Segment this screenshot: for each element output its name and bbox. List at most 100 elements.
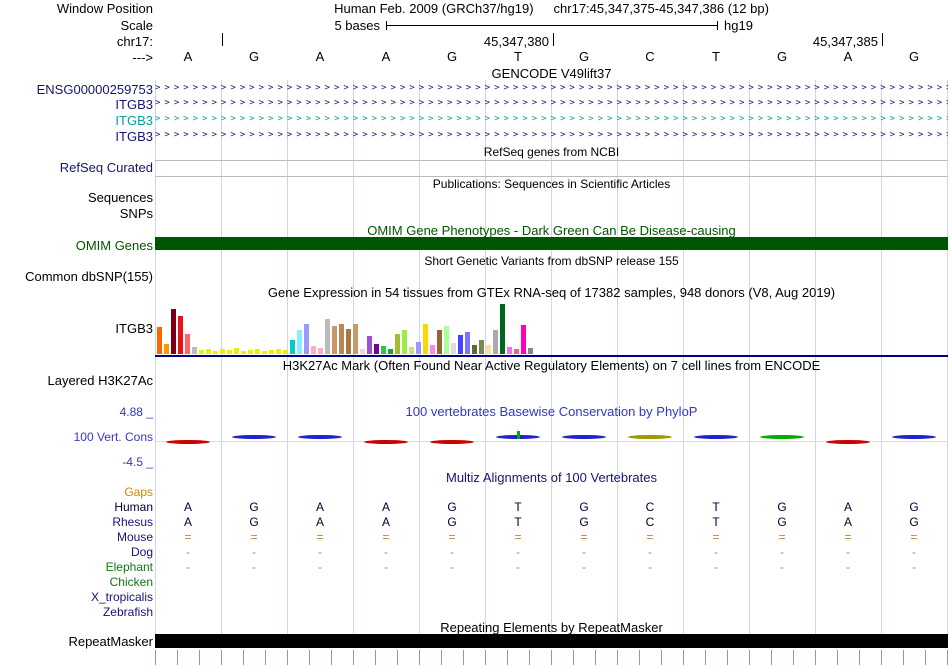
align-cell-elephant: -	[186, 560, 190, 574]
gene-track-ensg00000259753[interactable]: >>>>>>>>>>>>>>>>>>>>>>>>>>>>>>>>>>>>>>>>…	[155, 82, 948, 94]
gtex-bar	[304, 324, 309, 354]
label-omim-genes[interactable]: OMIM Genes	[0, 238, 153, 253]
align-cell-human: A	[381, 500, 390, 514]
bottom-ruler-tick	[485, 650, 486, 665]
label-gene-itgb3-c[interactable]: ITGB3	[0, 129, 153, 144]
gtex-bar	[402, 330, 407, 354]
align-cell-rhesus: A	[381, 515, 390, 529]
gtex-bar	[234, 348, 239, 354]
label-common-dbsnp[interactable]: Common dbSNP(155)	[0, 269, 153, 284]
header-refseq: RefSeq genes from NCBI	[483, 145, 620, 159]
align-cell-rhesus: A	[183, 515, 192, 529]
align-cell-human: G	[777, 500, 787, 514]
align-cell-human: G	[909, 500, 919, 514]
label-snps[interactable]: SNPs	[0, 206, 153, 221]
align-cell-mouse: =	[778, 530, 786, 544]
bottom-ruler-tick	[727, 650, 728, 665]
label-zebrafish[interactable]: Zebrafish	[0, 605, 153, 619]
label-mouse[interactable]: Mouse	[0, 530, 153, 544]
align-cell-mouse: =	[448, 530, 456, 544]
align-cell-human: A	[315, 500, 324, 514]
label-elephant[interactable]: Elephant	[0, 560, 153, 574]
align-cell-elephant: -	[846, 560, 850, 574]
ruler-base: T	[712, 49, 720, 64]
label-human[interactable]: Human	[0, 500, 153, 514]
label-gaps[interactable]: Gaps	[0, 485, 153, 499]
ruler-base: A	[843, 49, 853, 64]
gtex-bar	[164, 344, 169, 354]
label-gene-itgb3-a[interactable]: ITGB3	[0, 97, 153, 112]
label-layered-h3k27ac[interactable]: Layered H3K27Ac	[0, 373, 153, 388]
coordinate-label-right: 45,347,385	[812, 34, 878, 49]
align-cell-human: T	[712, 500, 720, 514]
gtex-bar	[276, 349, 281, 354]
label-dog[interactable]: Dog	[0, 545, 153, 559]
gtex-bar	[241, 351, 246, 354]
bottom-ruler-tick	[463, 650, 464, 665]
align-cell-mouse: =	[514, 530, 522, 544]
label-refseq-curated[interactable]: RefSeq Curated	[0, 160, 153, 175]
omim-genes-bar[interactable]	[155, 237, 948, 250]
gene-track-itgb3-b[interactable]: >>>>>>>>>>>>>>>>>>>>>>>>>>>>>>>>>>>>>>>>…	[155, 113, 948, 125]
bottom-ruler-tick	[221, 650, 222, 665]
label-gtex-gene[interactable]: ITGB3	[0, 321, 153, 336]
bottom-ruler-tick	[683, 650, 684, 665]
gtex-bar	[437, 330, 442, 354]
gene-track-itgb3-c[interactable]: >>>>>>>>>>>>>>>>>>>>>>>>>>>>>>>>>>>>>>>>…	[155, 129, 948, 141]
gtex-bar	[381, 346, 386, 354]
label-scale[interactable]: Scale	[0, 18, 153, 33]
gtex-bar	[192, 347, 197, 354]
coordinate-tick	[553, 33, 554, 46]
label-x-tropicalis[interactable]: X_tropicalis	[0, 590, 153, 604]
label-sequences[interactable]: Sequences	[0, 190, 153, 205]
align-cell-elephant: -	[516, 560, 520, 574]
label-rhesus[interactable]: Rhesus	[0, 515, 153, 529]
assembly-label: Human Feb. 2009 (GRCh37/hg19)	[334, 1, 534, 16]
align-cell-mouse: =	[646, 530, 654, 544]
bottom-ruler-tick	[265, 650, 266, 665]
gtex-bar	[199, 350, 204, 354]
align-cell-dog: -	[384, 545, 388, 559]
label-cons-name[interactable]: 100 Vert. Cons	[0, 430, 153, 444]
gene-track-itgb3-a[interactable]: >>>>>>>>>>>>>>>>>>>>>>>>>>>>>>>>>>>>>>>>…	[155, 97, 948, 109]
label-gene-ensg[interactable]: ENSG00000259753	[0, 82, 153, 97]
align-cell-rhesus: G	[579, 515, 589, 529]
label-cons-max[interactable]: 4.88 _	[0, 405, 153, 419]
conservation-mark	[628, 435, 672, 439]
header-omim: OMIM Gene Phenotypes - Dark Green Can Be…	[367, 223, 736, 238]
bottom-ruler-tick	[705, 650, 706, 665]
align-cell-elephant: -	[384, 560, 388, 574]
gtex-bar	[486, 345, 491, 354]
align-cell-elephant: -	[912, 560, 916, 574]
scale-bar	[386, 21, 718, 30]
label-cons-min[interactable]: -4.5 _	[0, 455, 153, 469]
label-chicken[interactable]: Chicken	[0, 575, 153, 589]
label-window-position[interactable]: Window Position	[0, 1, 153, 16]
ruler-base: G	[578, 49, 590, 64]
bottom-ruler-tick	[353, 650, 354, 665]
repeatmasker-bar[interactable]	[155, 634, 948, 648]
conservation-mark	[562, 435, 606, 439]
label-strand[interactable]: --->	[0, 50, 153, 65]
bottom-ruler-tick	[155, 650, 156, 665]
conservation-mark	[232, 435, 276, 439]
label-gene-itgb3-b[interactable]: ITGB3	[0, 113, 153, 128]
label-chrom[interactable]: chr17:	[0, 34, 153, 49]
align-cell-dog: -	[780, 545, 784, 559]
gtex-bar	[220, 349, 225, 354]
bottom-ruler-tick	[177, 650, 178, 665]
ruler-base: G	[776, 49, 788, 64]
gtex-bar	[367, 336, 372, 354]
gtex-bar	[178, 316, 183, 354]
scale-value-label: 5 bases	[334, 18, 380, 33]
bottom-ruler-tick	[441, 650, 442, 665]
separator-line	[155, 160, 948, 161]
align-cell-rhesus: T	[712, 515, 720, 529]
align-cell-human: T	[514, 500, 522, 514]
align-cell-mouse: =	[910, 530, 918, 544]
header-gtex: Gene Expression in 54 tissues from GTEx …	[267, 285, 836, 300]
bottom-ruler-tick	[661, 650, 662, 665]
label-repeatmasker[interactable]: RepeatMasker	[0, 634, 153, 649]
ruler-base: G	[908, 49, 920, 64]
align-cell-mouse: =	[580, 530, 588, 544]
